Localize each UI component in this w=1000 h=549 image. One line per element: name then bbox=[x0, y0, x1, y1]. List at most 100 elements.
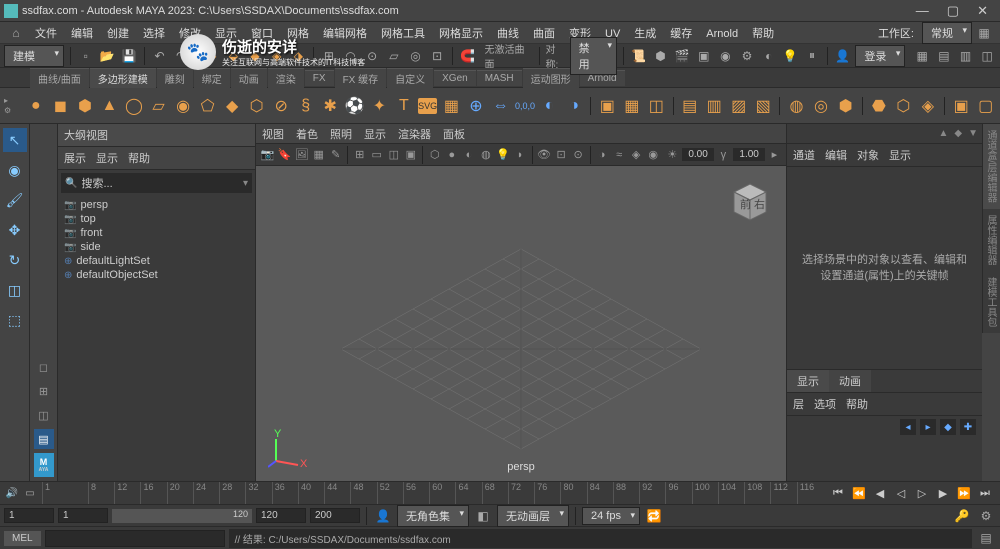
shelf-tab-7[interactable]: FX 缓存 bbox=[335, 68, 387, 88]
outliner-item-top[interactable]: top bbox=[62, 212, 251, 226]
vp-image-plane-icon[interactable]: 🖼 bbox=[294, 146, 309, 164]
insert-edge-icon[interactable]: ▨ bbox=[728, 92, 749, 120]
range-end-field[interactable] bbox=[256, 508, 306, 523]
undo-icon[interactable]: ↶ bbox=[151, 46, 169, 66]
snap-live-icon[interactable]: ◎ bbox=[407, 46, 425, 66]
snap-curve-icon[interactable]: ◠ bbox=[342, 46, 360, 66]
account-icon[interactable]: 👤 bbox=[834, 46, 852, 66]
render-settings-icon[interactable]: ⚙ bbox=[738, 46, 756, 66]
vp-film-gate-icon[interactable]: ▭ bbox=[369, 146, 384, 164]
rtab-modeling[interactable]: 建模工具包 bbox=[982, 271, 1000, 333]
poly-torus-icon[interactable]: ◯ bbox=[124, 92, 145, 120]
sweep-mesh-icon[interactable]: ▦ bbox=[441, 92, 462, 120]
menu-文件[interactable]: 文件 bbox=[28, 26, 64, 42]
menu-曲线[interactable]: 曲线 bbox=[490, 26, 526, 42]
sel-edge-icon[interactable]: ⬙ bbox=[225, 46, 243, 66]
menu-网格工具[interactable]: 网格工具 bbox=[374, 26, 432, 42]
vp-shaded-icon[interactable]: ● bbox=[444, 146, 459, 164]
cb-menu-edit[interactable]: 编辑 bbox=[825, 147, 847, 163]
cb-menu-channels[interactable]: 通道 bbox=[793, 147, 815, 163]
save-icon[interactable]: 💾 bbox=[120, 46, 138, 66]
select-tool[interactable]: ↖ bbox=[3, 128, 27, 152]
shelf-tab-0[interactable]: 曲线/曲面 bbox=[30, 68, 89, 88]
goto-end-icon[interactable]: ⏭ bbox=[976, 484, 994, 502]
ts-volume-icon[interactable]: 🔊 bbox=[4, 485, 20, 501]
multicut-icon[interactable]: ▤ bbox=[679, 92, 700, 120]
step-back-key-icon[interactable]: ⏪ bbox=[850, 484, 868, 502]
layer-tab-anim[interactable]: 动画 bbox=[829, 370, 871, 392]
playblast-pause-icon[interactable]: ⏸ bbox=[803, 46, 821, 66]
boolean-union-icon[interactable]: ▣ bbox=[951, 92, 972, 120]
rtab-attreditor[interactable]: 属性编辑器 bbox=[982, 209, 1000, 271]
poly-cone-icon[interactable]: ▲ bbox=[99, 92, 120, 120]
vp-view-transform-icon[interactable]: ▸ bbox=[767, 146, 782, 164]
outliner-menu-show[interactable]: 显示 bbox=[96, 150, 118, 166]
shelf-tab-3[interactable]: 绑定 bbox=[194, 68, 230, 88]
workspace-config-icon[interactable]: ▦ bbox=[974, 23, 994, 43]
move-tool[interactable]: ✥ bbox=[3, 218, 27, 242]
menu-Arnold[interactable]: Arnold bbox=[699, 26, 745, 42]
vp-2d-pan-icon[interactable]: ▦ bbox=[311, 146, 326, 164]
vp-lights-icon[interactable]: 💡 bbox=[496, 146, 511, 164]
anim-start-field[interactable] bbox=[4, 508, 54, 523]
poly-helix-icon[interactable]: § bbox=[295, 92, 316, 120]
render-frame-icon[interactable]: ▣ bbox=[695, 46, 713, 66]
animlayer-dropdown[interactable]: 无动画层 bbox=[497, 505, 569, 527]
paint-select-tool[interactable]: 🖌 bbox=[3, 188, 27, 212]
poly-type-icon[interactable]: T bbox=[394, 92, 415, 120]
vp-xray-icon[interactable]: ⊡ bbox=[554, 146, 569, 164]
minimize-button[interactable]: — bbox=[916, 3, 929, 19]
combine-icon[interactable]: ◐ bbox=[539, 92, 560, 120]
new-icon[interactable]: ▫ bbox=[77, 46, 95, 66]
range-start-field[interactable] bbox=[58, 508, 108, 523]
sel-face-icon[interactable]: ◆ bbox=[246, 46, 264, 66]
vp-gamma-value[interactable]: 1.00 bbox=[733, 148, 765, 161]
script-lang-dropdown[interactable]: MEL bbox=[4, 531, 41, 546]
vp-aa-icon[interactable]: ◈ bbox=[629, 146, 644, 164]
vp-textured-icon[interactable]: ◐ bbox=[461, 146, 476, 164]
ts-cache-icon[interactable]: ▭ bbox=[22, 485, 38, 501]
shelf-tab-5[interactable]: 渲染 bbox=[268, 68, 304, 88]
boolean-diff-icon[interactable]: ▢ bbox=[975, 92, 996, 120]
outliner-item-front[interactable]: front bbox=[62, 226, 251, 240]
autokey-icon[interactable]: 🔑 bbox=[952, 506, 972, 526]
vp-menu-show[interactable]: 显示 bbox=[364, 126, 386, 142]
outliner-toggle-icon[interactable]: ▤ bbox=[34, 429, 54, 449]
render-icon[interactable]: 🎬 bbox=[673, 46, 691, 66]
poly-pipe-icon[interactable]: ⊘ bbox=[271, 92, 292, 120]
vp-select-cam-icon[interactable]: 📷 bbox=[260, 146, 275, 164]
cb-menu-show[interactable]: 显示 bbox=[889, 147, 911, 163]
maximize-button[interactable]: ▢ bbox=[947, 3, 959, 19]
menu-选择[interactable]: 选择 bbox=[136, 26, 172, 42]
anim-end-field[interactable] bbox=[310, 508, 360, 523]
vp-menu-panels[interactable]: 面板 bbox=[443, 126, 465, 142]
sel-vertex-icon[interactable]: ⬘ bbox=[203, 46, 221, 66]
ipr-icon[interactable]: ◉ bbox=[717, 46, 735, 66]
sel-object-icon[interactable]: ◈ bbox=[268, 46, 286, 66]
play-back-icon[interactable]: ◁ bbox=[892, 484, 910, 502]
vp-res-gate-icon[interactable]: ◫ bbox=[386, 146, 401, 164]
menu-网格显示[interactable]: 网格显示 bbox=[432, 26, 490, 42]
outliner-search[interactable]: 搜索...▾ bbox=[61, 173, 252, 193]
range-slider-track[interactable]: 120 bbox=[112, 509, 252, 523]
outliner-item-persp[interactable]: persp bbox=[62, 198, 251, 212]
menu-修改[interactable]: 修改 bbox=[172, 26, 208, 42]
quad-draw-icon[interactable]: ⬡ bbox=[893, 92, 914, 120]
poly-gear-icon[interactable]: ✱ bbox=[320, 92, 341, 120]
panel-layout1-icon[interactable]: ▦ bbox=[913, 46, 931, 66]
crease-icon[interactable]: ⬢ bbox=[835, 92, 856, 120]
connect-icon[interactable]: ⊕ bbox=[466, 92, 487, 120]
menu-生成[interactable]: 生成 bbox=[627, 26, 663, 42]
viewcube[interactable]: 前 右 bbox=[726, 178, 774, 226]
cb-icon2[interactable]: ◆ bbox=[954, 128, 962, 139]
poly-cube-icon[interactable]: ◼ bbox=[50, 92, 71, 120]
panel-layout3-icon[interactable]: ▥ bbox=[957, 46, 975, 66]
light-editor-icon[interactable]: 💡 bbox=[782, 46, 800, 66]
loop-icon[interactable]: 🔁 bbox=[644, 506, 664, 526]
super-shape-icon[interactable]: ✦ bbox=[369, 92, 390, 120]
poly-cylinder-icon[interactable]: ⬢ bbox=[75, 92, 96, 120]
fps-dropdown[interactable]: 24 fps bbox=[582, 507, 640, 525]
animlayer-icon[interactable]: ◧ bbox=[473, 506, 493, 526]
step-back-icon[interactable]: ◀ bbox=[871, 484, 889, 502]
shelf-tab-10[interactable]: MASH bbox=[477, 70, 522, 86]
